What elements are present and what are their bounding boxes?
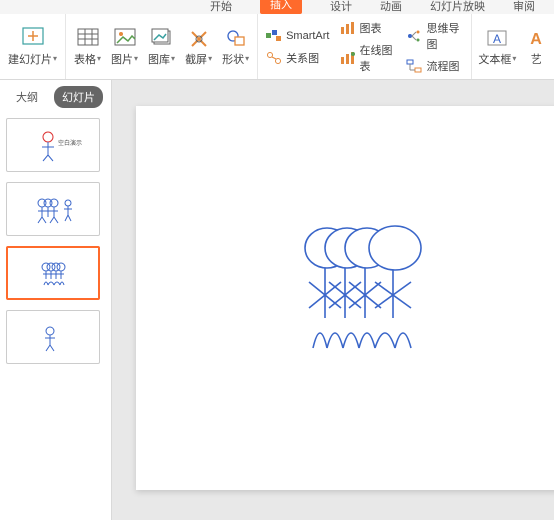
chart-icon — [340, 20, 356, 36]
slide-thumb-3[interactable] — [6, 246, 100, 300]
picture-label: 图片 — [111, 51, 133, 67]
caret-icon: ▾ — [97, 54, 101, 63]
textbox-label: 文本框 — [478, 51, 511, 67]
relation-icon — [266, 50, 282, 66]
gallery-label: 图库 — [148, 51, 170, 67]
svg-text:A: A — [493, 32, 501, 46]
caret-icon: ▾ — [134, 54, 138, 63]
menu-start[interactable]: 开始 — [210, 0, 232, 14]
mindmap-icon — [406, 28, 422, 44]
new-slide-icon — [22, 27, 44, 49]
slide-thumb-1[interactable]: 空白演示 — [6, 118, 100, 172]
wordart-icon: A — [525, 27, 547, 49]
wordart-label: 艺 — [531, 51, 542, 67]
svg-text:空白演示: 空白演示 — [58, 139, 82, 147]
slide-thumb-4[interactable] — [6, 310, 100, 364]
caret-icon: ▾ — [53, 54, 57, 63]
flowchart-button[interactable]: 流程图 — [406, 58, 459, 74]
screenshot-button[interactable]: 截屏▾ — [181, 14, 216, 79]
new-slide-button[interactable]: 建幻灯片▾ — [4, 14, 66, 79]
mindmap-button[interactable]: 思维导图 — [406, 20, 463, 52]
shapes-button[interactable]: 形状▾ — [218, 14, 258, 79]
gallery-icon — [151, 27, 173, 49]
chart-button[interactable]: 图表 — [340, 20, 382, 36]
onlinechart-label: 在线图表 — [360, 42, 397, 74]
menu-review[interactable]: 审阅 — [513, 0, 535, 14]
ribbon: 建幻灯片▾ 表格▾ 图片▾ 图库▾ 截屏▾ 形状▾ SmartArt — [0, 14, 554, 80]
caret-icon: ▾ — [171, 54, 175, 63]
relation-button[interactable]: 关系图 — [266, 50, 319, 66]
menu-design[interactable]: 设计 — [330, 0, 352, 14]
wordart-button[interactable]: A 艺 — [522, 14, 550, 79]
onlinechart-button[interactable]: 在线图表 — [340, 42, 397, 74]
menu-insert[interactable]: 插入 — [260, 0, 302, 14]
smartart-label: SmartArt — [286, 30, 329, 42]
slide-canvas[interactable] — [136, 106, 554, 490]
flowchart-icon — [406, 58, 422, 74]
relation-label: 关系图 — [286, 50, 319, 66]
thumbnail-list: 空白演示 — [0, 112, 111, 520]
table-icon — [77, 27, 99, 49]
shapes-icon — [225, 27, 247, 49]
chart-label: 图表 — [360, 20, 382, 36]
menu-slideshow[interactable]: 幻灯片放映 — [430, 0, 485, 14]
workspace: 大纲 幻灯片 空白演示 — [0, 80, 554, 520]
menu-bar: 开始 插入 设计 动画 幻灯片放映 审阅 视图 — [0, 0, 554, 14]
new-slide-label: 建幻灯片 — [8, 51, 52, 67]
mindmap-label: 思维导图 — [426, 20, 463, 52]
flowchart-label: 流程图 — [426, 58, 459, 74]
screenshot-icon — [188, 27, 210, 49]
tab-outline[interactable]: 大纲 — [8, 86, 46, 108]
menu-anim[interactable]: 动画 — [380, 0, 402, 14]
smartart-button[interactable]: SmartArt — [266, 28, 329, 44]
gallery-button[interactable]: 图库▾ — [144, 14, 179, 79]
tab-slides[interactable]: 幻灯片 — [54, 86, 103, 108]
caret-icon: ▾ — [245, 54, 249, 63]
caret-icon: ▾ — [208, 54, 212, 63]
onlinechart-icon — [340, 50, 356, 66]
textbox-icon: A — [486, 27, 508, 49]
textbox-button[interactable]: A 文本框▾ — [474, 14, 520, 79]
caret-icon: ▾ — [512, 54, 516, 63]
screenshot-label: 截屏 — [185, 51, 207, 67]
picture-button[interactable]: 图片▾ — [107, 14, 142, 79]
slide-panel: 大纲 幻灯片 空白演示 — [0, 80, 112, 520]
picture-icon — [114, 27, 136, 49]
table-button[interactable]: 表格▾ — [70, 14, 105, 79]
slide-thumb-2[interactable] — [6, 182, 100, 236]
smartart-icon — [266, 28, 282, 44]
slide-content-drawing — [265, 208, 465, 388]
shapes-label: 形状 — [222, 51, 244, 67]
table-label: 表格 — [74, 51, 96, 67]
canvas-area[interactable] — [112, 80, 554, 520]
svg-text:A: A — [530, 31, 542, 48]
